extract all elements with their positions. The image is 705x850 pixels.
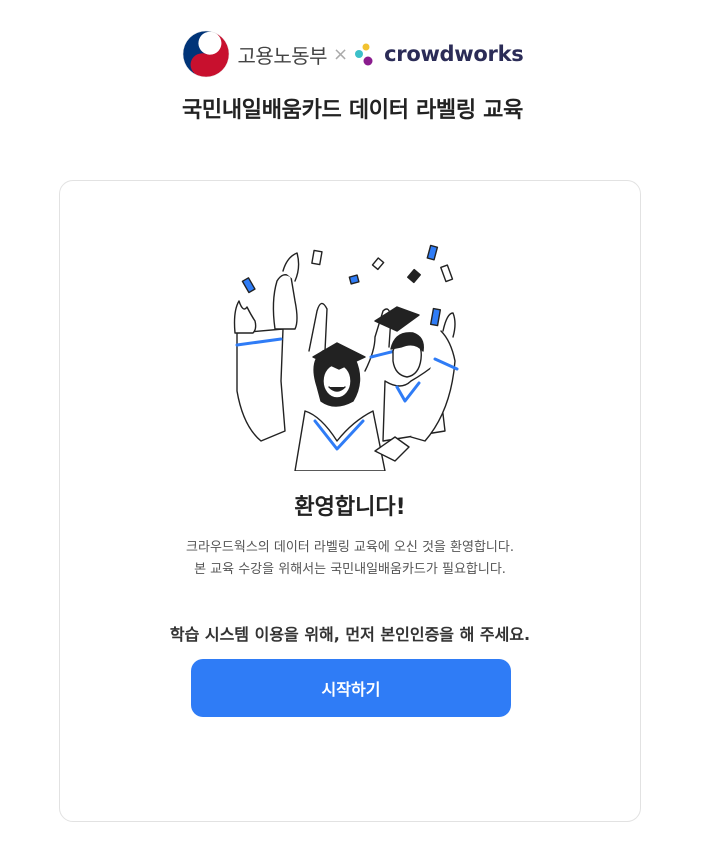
page-title: 국민내일배움카드 데이터 라벨링 교육 [181, 98, 524, 123]
description-line-1: 크라우드웍스의 데이터 라벨링 교육에 오신 것을 환영합니다. [186, 540, 514, 555]
logo-bar: 고용노동부 × crowdworks [0, 30, 705, 78]
start-button[interactable]: 시작하기 [191, 659, 511, 717]
description-line-2: 본 교육 수강을 위해서는 국민내일배움카드가 필요합니다. [194, 562, 506, 577]
welcome-card: 환영합니다! 크라우드웍스의 데이터 라벨링 교육에 오신 것을 환영합니다. … [59, 180, 641, 822]
welcome-heading: 환영합니다! [294, 495, 406, 520]
verification-notice: 학습 시스템 이용을 위해, 먼저 본인인증을 해 주세요. [169, 625, 531, 644]
crowdworks-logo: crowdworks [354, 41, 524, 67]
welcome-description: 크라우드웍스의 데이터 라벨링 교육에 오신 것을 환영합니다. 본 교육 수강… [60, 537, 640, 581]
crowdworks-dots-icon [355, 43, 373, 66]
logo-separator: × [333, 43, 349, 65]
crowdworks-wordmark: crowdworks [384, 42, 524, 66]
ministry-logo: 고용노동부 [182, 30, 328, 78]
taegeuk-emblem-icon [182, 30, 229, 78]
graduation-celebration-illustration [233, 244, 459, 471]
header: 고용노동부 × crowdworks 국민내일배움카드 데이터 라벨링 교육 [0, 0, 705, 140]
ministry-name: 고용노동부 [237, 43, 328, 68]
